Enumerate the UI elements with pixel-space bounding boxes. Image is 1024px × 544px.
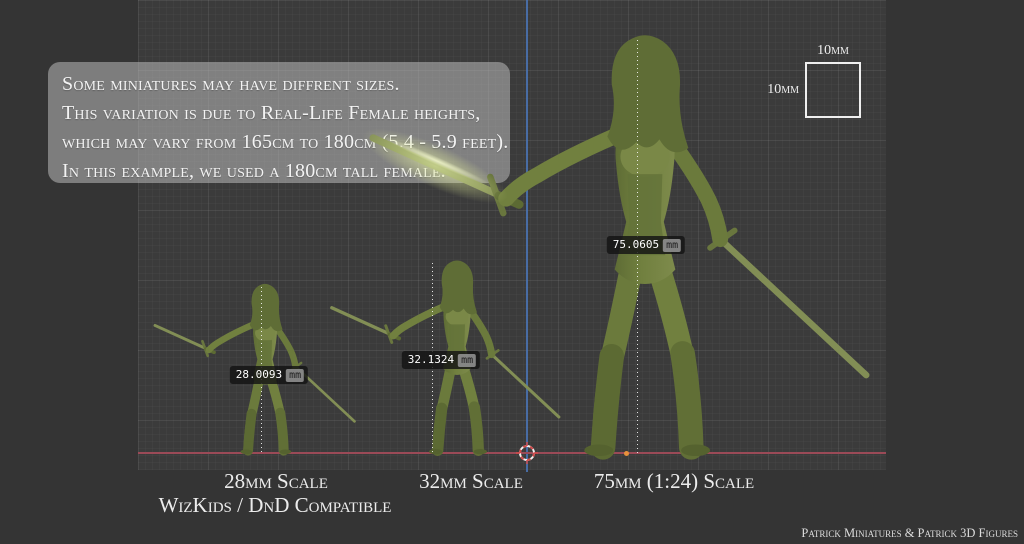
scale-label-28mm: 28mm Scale bbox=[224, 469, 328, 494]
10mm-reference-square bbox=[805, 62, 861, 118]
3d-cursor-icon[interactable] bbox=[509, 435, 545, 471]
measurement-label-75mm: 75.0605 mm bbox=[607, 236, 685, 254]
measurement-unit: mm bbox=[663, 239, 681, 252]
scale-label-75mm: 75mm (1:24) Scale bbox=[594, 469, 754, 494]
measurement-label-28mm: 28.0093 mm bbox=[230, 366, 308, 384]
measurement-value: 75.0605 bbox=[613, 238, 659, 251]
measurement-unit: mm bbox=[458, 354, 476, 367]
scale-label-28mm-sub: WizKids / DnD Compatible bbox=[159, 493, 392, 518]
measurement-value: 32.1324 bbox=[408, 353, 454, 366]
ref-square-side-label: 10mm bbox=[767, 82, 802, 98]
ref-square-top-label: 10mm bbox=[817, 43, 849, 59]
scale-label-32mm: 32mm Scale bbox=[419, 469, 523, 494]
measurement-value: 28.0093 bbox=[236, 368, 282, 381]
measurement-unit: mm bbox=[286, 369, 304, 382]
watermark-text: Patrick Miniatures & Patrick 3D Figures bbox=[801, 526, 1018, 541]
measurement-label-32mm: 32.1324 mm bbox=[402, 351, 480, 369]
blender-viewport-screenshot: { "info_box": { "line1": "Some miniature… bbox=[0, 0, 1024, 544]
